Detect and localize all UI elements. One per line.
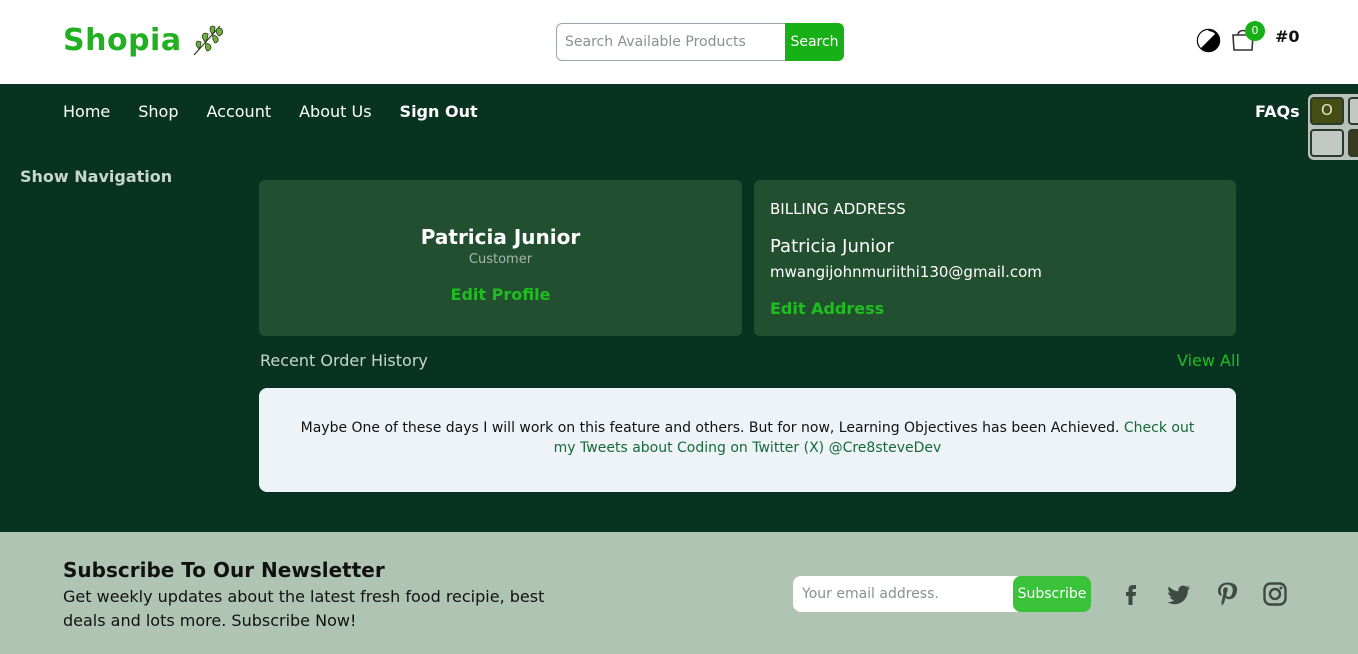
widget-glyph: O xyxy=(1321,101,1333,119)
floating-widget[interactable]: O xyxy=(1308,94,1358,160)
nav-faqs[interactable]: FAQs xyxy=(1255,102,1300,121)
newsletter-description: Get weekly updates about the latest fres… xyxy=(63,587,545,630)
logo[interactable]: Shopia xyxy=(63,22,226,58)
view-all-link[interactable]: View All xyxy=(1177,351,1240,370)
main-nav: Home Shop Account About Us Sign Out xyxy=(63,102,506,121)
search-bar: Search xyxy=(556,23,844,61)
instagram-icon[interactable] xyxy=(1261,580,1289,608)
edit-address-link[interactable]: Edit Address xyxy=(770,299,884,318)
order-count: #0 xyxy=(1275,27,1300,46)
profile-name: Patricia Junior xyxy=(420,225,581,249)
nav-sign-out[interactable]: Sign Out xyxy=(400,102,478,121)
site-header: Shopia Search 0 #0 xyxy=(0,0,1358,84)
theme-toggle-icon[interactable] xyxy=(1196,28,1221,53)
nav-shop[interactable]: Shop xyxy=(138,102,178,121)
pinterest-icon[interactable] xyxy=(1213,580,1241,608)
widget-cell[interactable] xyxy=(1348,129,1358,157)
footer: Subscribe To Our Newsletter Get weekly u… xyxy=(0,532,1358,654)
nav-account[interactable]: Account xyxy=(207,102,272,121)
newsletter-email-input[interactable] xyxy=(793,576,1018,612)
facebook-icon[interactable] xyxy=(1117,580,1145,608)
twitter-icon[interactable] xyxy=(1165,580,1193,608)
search-button[interactable]: Search xyxy=(785,23,844,61)
nav-about-us[interactable]: About Us xyxy=(299,102,371,121)
newsletter-form: Subscribe xyxy=(793,576,1091,612)
profile-card: Patricia Junior Customer Edit Profile xyxy=(259,180,742,336)
search-input[interactable] xyxy=(556,23,785,61)
subscribe-button[interactable]: Subscribe xyxy=(1013,576,1091,612)
billing-email: mwangijohnmuriithi130@gmail.com xyxy=(770,263,1042,281)
widget-cell[interactable] xyxy=(1310,129,1344,157)
billing-address-card: BILLING ADDRESS Patricia Junior mwangijo… xyxy=(754,180,1236,336)
recent-order-history-title: Recent Order History xyxy=(260,351,428,370)
billing-name: Patricia Junior xyxy=(770,236,894,257)
widget-cell[interactable] xyxy=(1348,97,1358,125)
newsletter-title: Subscribe To Our Newsletter xyxy=(63,558,385,582)
cart-count-badge: 0 xyxy=(1245,21,1265,41)
widget-cell[interactable]: O xyxy=(1310,97,1344,125)
notice-text: Maybe One of these days I will work on t… xyxy=(300,420,1124,436)
show-navigation-toggle[interactable]: Show Navigation xyxy=(20,167,172,186)
order-history-notice: Maybe One of these days I will work on t… xyxy=(259,388,1236,492)
edit-profile-link[interactable]: Edit Profile xyxy=(259,285,742,304)
nav-home[interactable]: Home xyxy=(63,102,110,121)
billing-title: BILLING ADDRESS xyxy=(770,200,906,218)
logo-text: Shopia xyxy=(63,22,182,58)
leaf-icon xyxy=(193,25,223,56)
profile-role: Customer xyxy=(468,252,533,267)
